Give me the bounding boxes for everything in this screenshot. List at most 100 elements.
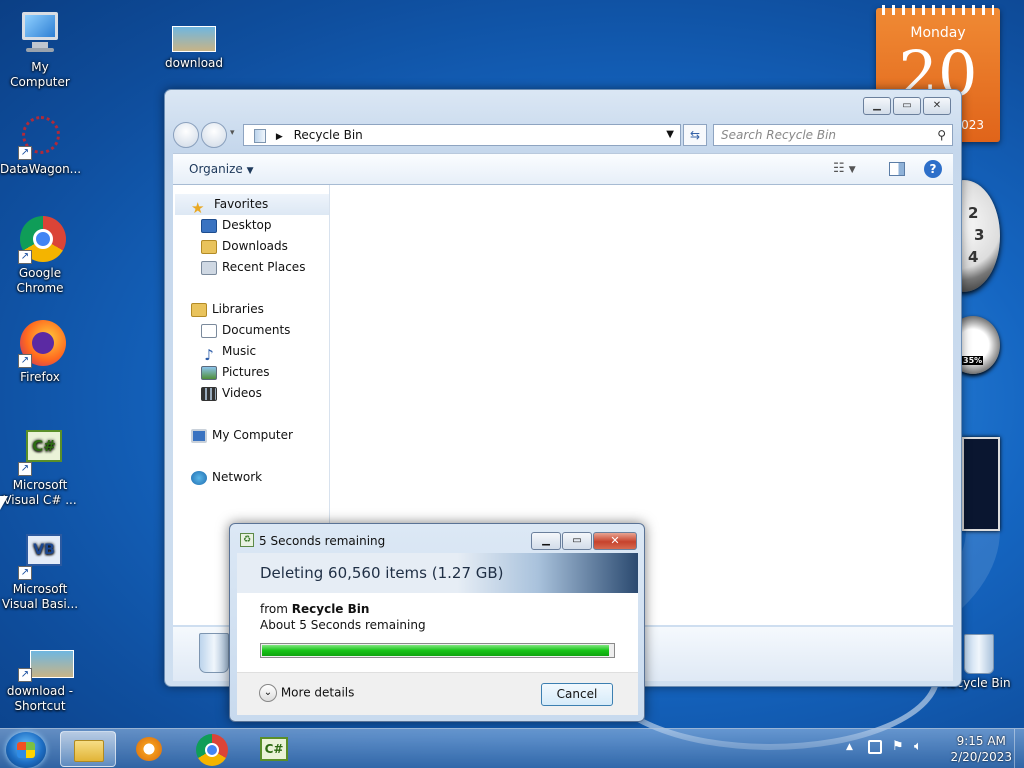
desktop-icon-label: Microsoft Visual Basi...: [1, 582, 79, 611]
desktop-icon-chrome[interactable]: ↗ Google Chrome: [0, 216, 80, 296]
desktop-icon-label: Google Chrome: [16, 266, 64, 295]
nav-my-computer[interactable]: My Computer: [191, 425, 293, 446]
show-hidden-icons-icon[interactable]: ▲: [846, 742, 853, 752]
close-button[interactable]: ✕: [923, 97, 951, 115]
slideshow-gadget[interactable]: [962, 437, 1000, 531]
network-icon: [191, 470, 207, 485]
delete-progress-dialog[interactable]: ♻ 5 Seconds remaining ▁ ▭ ✕ Deleting 60,…: [229, 523, 645, 722]
dialog-window-controls: ▁ ▭ ✕: [530, 532, 637, 550]
desktop-icon-datawagon[interactable]: ↗ DataWagon...: [0, 112, 82, 177]
desktop-icon: [201, 218, 217, 233]
chevron-down-circle-icon: ⌄: [259, 684, 277, 702]
recent-places-icon: [201, 260, 217, 275]
more-details-toggle[interactable]: ⌄ More details: [259, 684, 354, 702]
dialog-title: 5 Seconds remaining: [259, 534, 386, 548]
desktop-icon-visual-basic[interactable]: VB ↗ Microsoft Visual Basi...: [0, 532, 80, 612]
shortcut-arrow-icon: ↗: [18, 462, 32, 476]
time-remaining: About 5 Seconds remaining: [260, 618, 426, 632]
image-thumbnail-icon: ↗: [16, 646, 74, 682]
system-clock[interactable]: 9:15 AM 2/20/2023: [950, 733, 1012, 765]
star-icon: ★: [191, 198, 205, 217]
media-player-icon: [136, 737, 162, 761]
refresh-icon[interactable]: ⇆: [683, 124, 707, 146]
chevron-down-icon: ▼: [246, 166, 254, 176]
csharp-icon: C#: [260, 737, 288, 761]
nav-videos[interactable]: Videos: [201, 383, 262, 404]
recent-pages-chevron-icon[interactable]: ▾: [230, 128, 235, 138]
dialog-minimize-button[interactable]: ▁: [531, 532, 561, 550]
address-bar[interactable]: ▶ Recycle Bin ▼: [243, 124, 681, 146]
nav-network[interactable]: Network: [191, 467, 262, 488]
clock-number: 3: [974, 226, 985, 244]
desktop-icon-download-shortcut[interactable]: ↗ download - Shortcut: [0, 646, 80, 714]
view-options-icon[interactable]: ☷ ▼: [833, 161, 856, 176]
address-dropdown-icon[interactable]: ▼: [666, 125, 674, 145]
dialog-maximize-button[interactable]: ▭: [562, 532, 592, 550]
taskbar-chrome[interactable]: [184, 731, 240, 767]
dialog-close-button[interactable]: ✕: [593, 532, 637, 550]
csharp-icon: C# ↗: [16, 428, 64, 476]
nav-downloads[interactable]: Downloads: [201, 236, 288, 257]
cancel-button[interactable]: Cancel: [541, 683, 613, 706]
window-controls: ▁ ▭ ✕: [861, 97, 951, 115]
maximize-button[interactable]: ▭: [893, 97, 921, 115]
from-location: Recycle Bin: [291, 602, 370, 616]
libraries-icon: [191, 302, 207, 317]
chrome-icon: [196, 734, 228, 766]
back-button[interactable]: [173, 122, 199, 148]
desktop-icon-visual-csharp[interactable]: C# ↗ Microsoft Visual C# ...: [0, 428, 80, 508]
firefox-icon: ↗: [16, 320, 66, 368]
forward-button[interactable]: [201, 122, 227, 148]
taskbar: C# ▲ ⚑ 🔈︎ 9:15 AM 2/20/2023: [0, 728, 1024, 768]
nav-favorites[interactable]: ★ Favorites: [175, 194, 329, 217]
nav-desktop[interactable]: Desktop: [201, 215, 272, 236]
documents-icon: [201, 323, 217, 338]
desktop-icon-my-computer[interactable]: My Computer: [0, 10, 80, 90]
nav-libraries[interactable]: Libraries: [191, 299, 264, 320]
volume-icon[interactable]: 🔈︎: [914, 739, 922, 754]
taskbar-media-player[interactable]: [122, 731, 178, 767]
nav-music[interactable]: ♪ Music: [201, 341, 256, 364]
navigation-bar: ▾ ▶ Recycle Bin ▼ ⇆ Search Recycle Bin ⚲: [173, 122, 953, 148]
music-icon: ♪: [204, 345, 214, 364]
meter-value: 35%: [962, 356, 984, 365]
minimize-button[interactable]: ▁: [863, 97, 891, 115]
dialog-heading: Deleting 60,560 items (1.27 GB): [237, 553, 638, 593]
search-icon[interactable]: ⚲: [937, 125, 946, 145]
dialog-body: from Recycle Bin About 5 Seconds remaini…: [237, 593, 638, 672]
pictures-icon: [201, 365, 217, 380]
clock-number: 4: [968, 248, 979, 266]
shortcut-arrow-icon: ↗: [18, 354, 32, 368]
network-tray-icon[interactable]: [868, 740, 882, 754]
help-icon[interactable]: ?: [924, 160, 942, 178]
preview-pane-icon[interactable]: [889, 162, 905, 176]
downloads-folder-icon: [201, 239, 217, 254]
windows-logo-icon: [17, 742, 35, 758]
progress-fill: [262, 645, 610, 656]
nav-pictures[interactable]: Pictures: [201, 362, 270, 383]
taskbar-visual-csharp[interactable]: C#: [246, 731, 302, 767]
recycle-bin-large-icon: [199, 633, 229, 673]
nav-recent-places[interactable]: Recent Places: [201, 257, 305, 278]
organize-button[interactable]: Organize ▼: [189, 162, 254, 176]
action-center-flag-icon[interactable]: ⚑: [892, 739, 904, 754]
search-input[interactable]: Search Recycle Bin ⚲: [713, 124, 953, 146]
shortcut-arrow-icon: ↗: [18, 566, 32, 580]
chrome-icon: ↗: [16, 216, 66, 264]
recycle-bin-small-icon: [254, 128, 266, 143]
dialog-footer: ⌄ More details Cancel: [237, 672, 638, 715]
nav-documents[interactable]: Documents: [201, 320, 290, 341]
clock-date: 2/20/2023: [950, 750, 1012, 764]
recycle-icon: ♻: [240, 533, 254, 547]
breadcrumb-arrow-icon[interactable]: ▶: [276, 132, 283, 142]
desktop-icon-label: DataWagon...: [0, 162, 82, 176]
taskbar-explorer[interactable]: [60, 731, 116, 767]
show-desktop-button[interactable]: [1014, 729, 1024, 768]
desktop-icon-firefox[interactable]: ↗ Firefox: [0, 320, 80, 385]
from-prefix: from: [260, 602, 288, 616]
desktop-icon-label: download: [164, 56, 224, 70]
desktop-icon-download[interactable]: download: [154, 20, 234, 71]
computer-icon: [16, 10, 64, 58]
desktop-icon-label: Microsoft Visual C# ...: [3, 478, 77, 507]
start-button[interactable]: [6, 732, 46, 768]
